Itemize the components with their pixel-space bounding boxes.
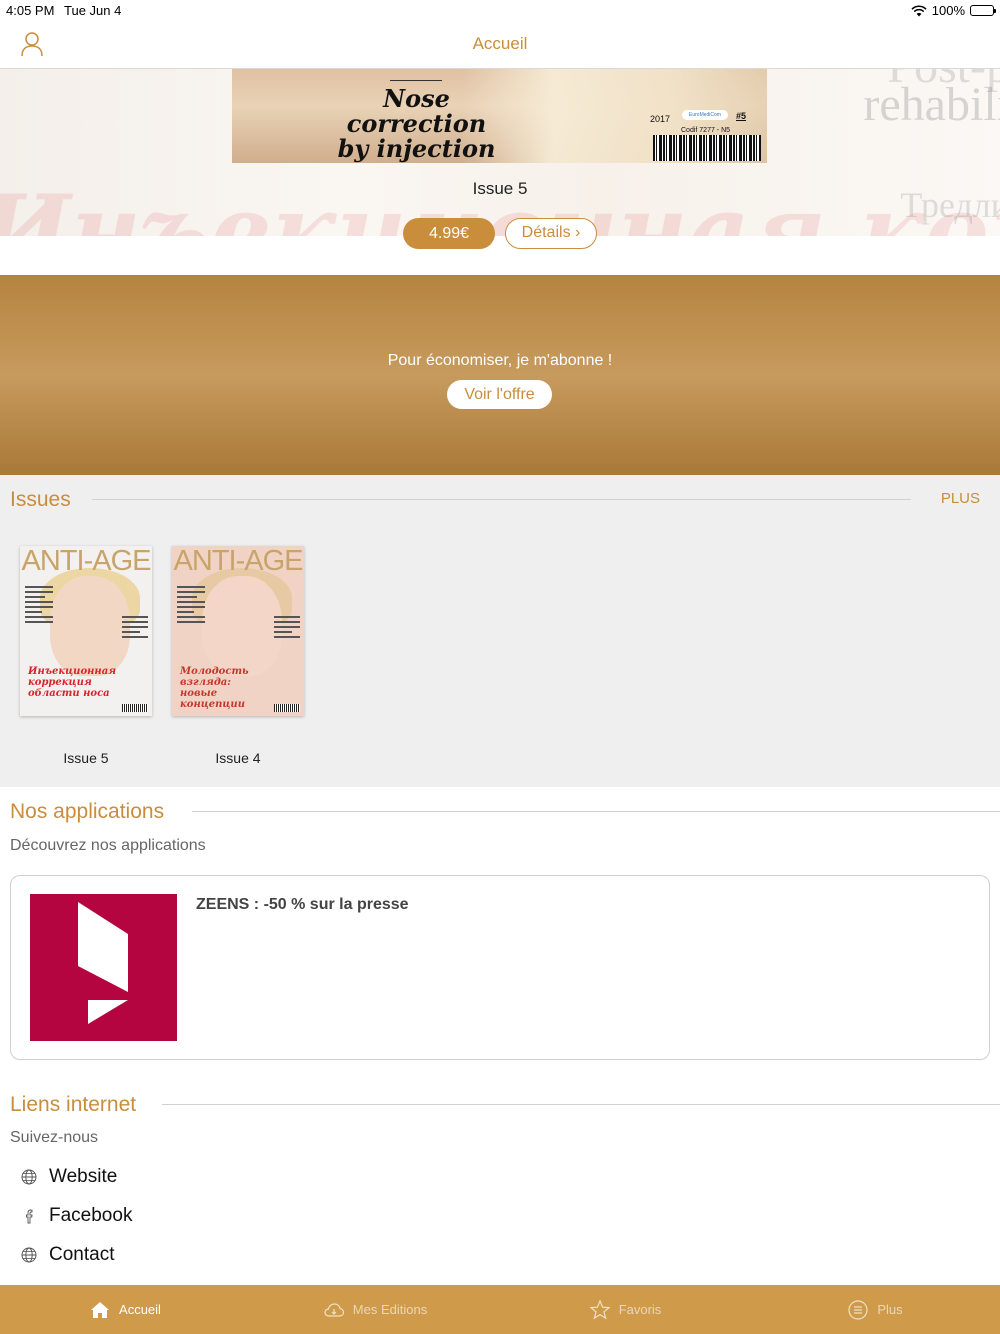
battery-icon xyxy=(970,5,996,16)
issues-divider xyxy=(92,499,911,500)
link-facebook[interactable]: Facebook xyxy=(20,1202,132,1230)
wifi-icon xyxy=(911,4,927,16)
featured-issue-actions: 4.99€ Détails › xyxy=(0,218,1000,250)
facebook-icon xyxy=(26,1209,33,1224)
hero-side-text-1: rehabili xyxy=(863,78,1000,131)
status-time: 4:05 PM xyxy=(6,3,55,18)
publisher-logo: EuroMediCom xyxy=(682,110,728,120)
issues-more-link[interactable]: PLUS xyxy=(941,490,980,507)
status-right: 100% xyxy=(911,3,996,18)
tab-bar: Accueil Mes Editions Favoris Plus xyxy=(0,1285,1000,1334)
cover-year: 2017 xyxy=(650,114,671,124)
tab-favoris[interactable]: Favoris xyxy=(500,1285,750,1334)
app-card[interactable]: ZEENS : -50 % sur la presse xyxy=(10,875,990,1060)
cover-headline: Nose correction by injection xyxy=(337,84,496,163)
issue-cover[interactable]: ANTI-AGE Инъекционная коррекция области … xyxy=(20,546,152,716)
app-name: ZEENS : -50 % sur la presse xyxy=(196,896,409,913)
home-icon xyxy=(91,1301,110,1318)
issues-heading: Issues xyxy=(10,488,71,511)
apps-subtitle: Découvrez nos applications xyxy=(10,837,206,854)
tab-accueil[interactable]: Accueil xyxy=(0,1285,250,1334)
cover-masthead: ANTI-AGE xyxy=(21,546,152,577)
link-contact[interactable]: Contact xyxy=(20,1241,114,1269)
page-title: Accueil xyxy=(472,34,528,53)
tab-label: Favoris xyxy=(618,1302,662,1317)
link-label: Facebook xyxy=(49,1205,133,1226)
cover-red-headline: Молодость взгляда: новые концепции xyxy=(180,666,249,710)
subscription-banner: Pour économiser, je m'abonne ! Voir l'of… xyxy=(0,275,1000,475)
menu-icon xyxy=(848,1299,868,1320)
status-date: Tue Jun 4 xyxy=(64,3,122,18)
link-label: Contact xyxy=(49,1244,115,1265)
status-bar: 4:05 PM Tue Jun 4 100% xyxy=(0,0,1000,22)
view-offer-button[interactable]: Voir l'offre xyxy=(447,380,552,409)
issue-cover[interactable]: ANTI-AGE Молодость взгляда: новые концеп… xyxy=(172,546,304,716)
link-label: Website xyxy=(49,1166,118,1187)
globe-icon xyxy=(21,1247,37,1263)
details-button[interactable]: Détails › xyxy=(505,218,597,249)
zeens-app-icon xyxy=(30,894,177,1041)
subscription-text: Pour économiser, je m'abonne ! xyxy=(387,352,613,369)
apps-divider xyxy=(192,811,1000,812)
barcode xyxy=(653,135,761,161)
apps-heading: Nos applications xyxy=(10,800,165,823)
issues-section: Issues PLUS ANTI-AGE Инъекционная коррек… xyxy=(0,475,1000,787)
cover-masthead: ANTI-AGE xyxy=(173,546,304,577)
star-icon xyxy=(589,1298,611,1320)
tab-label: Plus xyxy=(877,1302,903,1317)
cover-red-headline: Инъекционная коррекция области носа xyxy=(28,666,117,699)
cloud-download-icon xyxy=(324,1302,344,1317)
tab-mes-editions[interactable]: Mes Editions xyxy=(250,1285,500,1334)
cover-codif: Codif 7277 - N5 xyxy=(681,127,731,134)
featured-cover-image[interactable]: Nose correction by injection 2017 EuroMe… xyxy=(232,69,767,163)
battery-percent: 100% xyxy=(931,3,965,18)
tab-label: Mes Editions xyxy=(352,1302,428,1317)
issue-label[interactable]: Issue 5 xyxy=(20,750,152,766)
featured-issue-banner: Инъекционная коррекция области носа Post… xyxy=(0,69,1000,236)
links-divider xyxy=(162,1104,1000,1105)
links-heading: Liens internet xyxy=(10,1093,137,1116)
issue-label[interactable]: Issue 4 xyxy=(172,750,304,766)
cover-issue-number: #5 xyxy=(736,111,747,121)
globe-icon xyxy=(21,1169,37,1185)
featured-issue-title: Issue 5 xyxy=(472,179,528,198)
link-website[interactable]: Website xyxy=(20,1163,117,1191)
buy-price-button[interactable]: 4.99€ xyxy=(403,218,495,249)
navigation-bar: Accueil xyxy=(0,22,1000,69)
tab-plus[interactable]: Plus xyxy=(750,1285,1000,1334)
links-subtitle: Suivez-nous xyxy=(10,1129,99,1146)
tab-label: Accueil xyxy=(119,1302,161,1317)
